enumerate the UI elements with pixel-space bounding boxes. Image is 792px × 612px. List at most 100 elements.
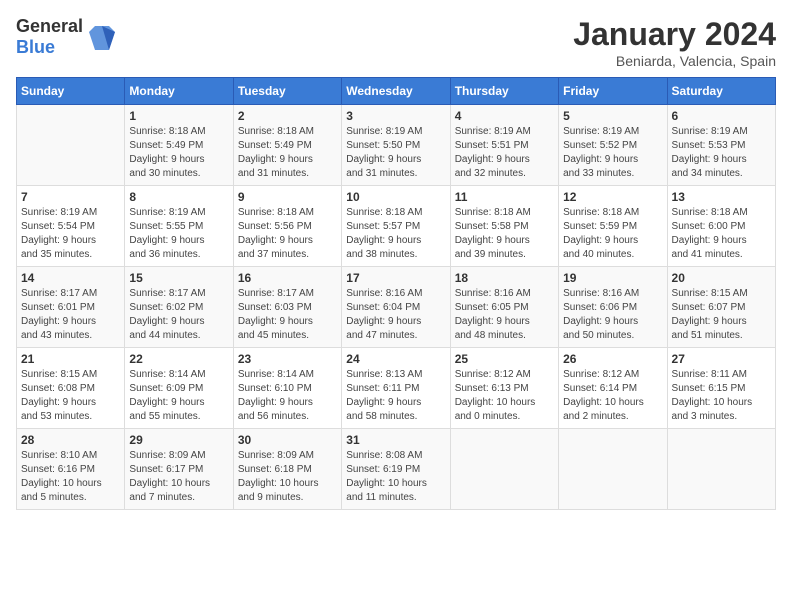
day-info: Sunrise: 8:17 AM Sunset: 6:03 PM Dayligh… [238,287,337,343]
calendar-cell: 29 Sunrise: 8:09 AM Sunset: 6:17 PM Dayli… [125,429,233,510]
day-number: 13 [672,190,771,204]
calendar-cell: 10 Sunrise: 8:18 AM Sunset: 5:57 PM Dayli… [342,186,450,267]
day-info: Sunrise: 8:12 AM Sunset: 6:13 PM Dayligh… [455,368,554,424]
calendar-cell: 23Sunrise: 8:14 AM Sunset: 6:10 PM Dayli… [233,348,341,429]
logo-icon [87,22,117,52]
day-info: Sunrise: 8:16 AM Sunset: 6:04 PM Dayligh… [346,287,445,343]
header-day-saturday: Saturday [667,78,775,105]
day-info: Sunrise: 8:18 AM Sunset: 5:58 PM Dayligh… [455,206,554,262]
calendar-cell: 9Sunrise: 8:18 AM Sunset: 5:56 PM Daylig… [233,186,341,267]
day-info: Sunrise: 8:09 AM Sunset: 6:17 PM Dayligh… [129,449,228,505]
day-number: 12 [563,190,662,204]
calendar-cell: 21 Sunrise: 8:15 AM Sunset: 6:08 PM Dayli… [17,348,125,429]
day-info: Sunrise: 8:11 AM Sunset: 6:15 PM Dayligh… [672,368,771,424]
day-number: 27 [672,352,771,366]
header-row: SundayMondayTuesdayWednesdayThursdayFrid… [17,78,776,105]
calendar-cell: 25Sunrise: 8:12 AM Sunset: 6:13 PM Dayli… [450,348,558,429]
day-info: Sunrise: 8:18 AM Sunset: 5:49 PM Dayligh… [238,125,337,181]
week-row-1: 7Sunrise: 8:19 AM Sunset: 5:54 PM Daylig… [17,186,776,267]
calendar-cell: 24 Sunrise: 8:13 AM Sunset: 6:11 PM Dayli… [342,348,450,429]
calendar-cell: 14 Sunrise: 8:17 AM Sunset: 6:01 PM Dayli… [17,267,125,348]
calendar-cell: 15Sunrise: 8:17 AM Sunset: 6:02 PM Dayli… [125,267,233,348]
calendar-cell: 16 Sunrise: 8:17 AM Sunset: 6:03 PM Dayli… [233,267,341,348]
calendar-cell [667,429,775,510]
week-row-3: 21 Sunrise: 8:15 AM Sunset: 6:08 PM Dayli… [17,348,776,429]
day-number: 17 [346,271,445,285]
day-number: 8 [129,190,228,204]
calendar-cell [559,429,667,510]
day-info: Sunrise: 8:13 AM Sunset: 6:11 PM Dayligh… [346,368,445,424]
day-info: Sunrise: 8:16 AM Sunset: 6:06 PM Dayligh… [563,287,662,343]
logo-general: General [16,16,83,36]
calendar-table: SundayMondayTuesdayWednesdayThursdayFrid… [16,77,776,510]
logo-text: General Blue [16,16,83,58]
calendar-cell: 22Sunrise: 8:14 AM Sunset: 6:09 PM Dayli… [125,348,233,429]
day-number: 11 [455,190,554,204]
calendar-cell: 1 Sunrise: 8:18 AM Sunset: 5:49 PM Daylig… [125,105,233,186]
logo: General Blue [16,16,117,58]
day-number: 7 [21,190,120,204]
header: General Blue January 2024 Beniarda, Vale… [16,16,776,69]
day-info: Sunrise: 8:18 AM Sunset: 6:00 PM Dayligh… [672,206,771,262]
header-day-monday: Monday [125,78,233,105]
day-number: 24 [346,352,445,366]
day-info: Sunrise: 8:18 AM Sunset: 5:57 PM Dayligh… [346,206,445,262]
day-number: 16 [238,271,337,285]
header-day-tuesday: Tuesday [233,78,341,105]
week-row-0: 1 Sunrise: 8:18 AM Sunset: 5:49 PM Daylig… [17,105,776,186]
day-number: 1 [129,109,228,123]
day-info: Sunrise: 8:18 AM Sunset: 5:59 PM Dayligh… [563,206,662,262]
header-day-wednesday: Wednesday [342,78,450,105]
day-info: Sunrise: 8:15 AM Sunset: 6:07 PM Dayligh… [672,287,771,343]
day-number: 22 [129,352,228,366]
day-info: Sunrise: 8:19 AM Sunset: 5:53 PM Dayligh… [672,125,771,181]
day-number: 3 [346,109,445,123]
day-number: 26 [563,352,662,366]
calendar-cell: 13 Sunrise: 8:18 AM Sunset: 6:00 PM Dayli… [667,186,775,267]
day-info: Sunrise: 8:19 AM Sunset: 5:50 PM Dayligh… [346,125,445,181]
calendar-cell: 6 Sunrise: 8:19 AM Sunset: 5:53 PM Daylig… [667,105,775,186]
day-number: 19 [563,271,662,285]
day-info: Sunrise: 8:17 AM Sunset: 6:02 PM Dayligh… [129,287,228,343]
calendar-cell: 12 Sunrise: 8:18 AM Sunset: 5:59 PM Dayli… [559,186,667,267]
logo-blue: Blue [16,37,55,57]
calendar-cell: 7Sunrise: 8:19 AM Sunset: 5:54 PM Daylig… [17,186,125,267]
day-number: 30 [238,433,337,447]
calendar-cell: 3 Sunrise: 8:19 AM Sunset: 5:50 PM Daylig… [342,105,450,186]
calendar-cell: 11 Sunrise: 8:18 AM Sunset: 5:58 PM Dayli… [450,186,558,267]
day-number: 6 [672,109,771,123]
calendar-cell: 4 Sunrise: 8:19 AM Sunset: 5:51 PM Daylig… [450,105,558,186]
day-info: Sunrise: 8:12 AM Sunset: 6:14 PM Dayligh… [563,368,662,424]
day-number: 23 [238,352,337,366]
calendar-cell: 2Sunrise: 8:18 AM Sunset: 5:49 PM Daylig… [233,105,341,186]
calendar-cell: 5 Sunrise: 8:19 AM Sunset: 5:52 PM Daylig… [559,105,667,186]
day-number: 20 [672,271,771,285]
week-row-2: 14 Sunrise: 8:17 AM Sunset: 6:01 PM Dayli… [17,267,776,348]
day-number: 14 [21,271,120,285]
day-number: 5 [563,109,662,123]
day-info: Sunrise: 8:15 AM Sunset: 6:08 PM Dayligh… [21,368,120,424]
header-day-friday: Friday [559,78,667,105]
day-info: Sunrise: 8:19 AM Sunset: 5:51 PM Dayligh… [455,125,554,181]
calendar-header: SundayMondayTuesdayWednesdayThursdayFrid… [17,78,776,105]
day-info: Sunrise: 8:18 AM Sunset: 5:56 PM Dayligh… [238,206,337,262]
day-number: 21 [21,352,120,366]
day-number: 29 [129,433,228,447]
week-row-4: 28Sunrise: 8:10 AM Sunset: 6:16 PM Dayli… [17,429,776,510]
day-number: 28 [21,433,120,447]
day-info: Sunrise: 8:19 AM Sunset: 5:52 PM Dayligh… [563,125,662,181]
day-number: 31 [346,433,445,447]
calendar-cell: 17 Sunrise: 8:16 AM Sunset: 6:04 PM Dayli… [342,267,450,348]
main-title: January 2024 [573,16,776,53]
day-number: 4 [455,109,554,123]
day-number: 18 [455,271,554,285]
calendar-cell: 28Sunrise: 8:10 AM Sunset: 6:16 PM Dayli… [17,429,125,510]
calendar-body: 1 Sunrise: 8:18 AM Sunset: 5:49 PM Daylig… [17,105,776,510]
day-number: 10 [346,190,445,204]
calendar-cell: 31Sunrise: 8:08 AM Sunset: 6:19 PM Dayli… [342,429,450,510]
calendar-cell [450,429,558,510]
calendar-cell: 26 Sunrise: 8:12 AM Sunset: 6:14 PM Dayli… [559,348,667,429]
day-info: Sunrise: 8:18 AM Sunset: 5:49 PM Dayligh… [129,125,228,181]
day-info: Sunrise: 8:17 AM Sunset: 6:01 PM Dayligh… [21,287,120,343]
day-info: Sunrise: 8:16 AM Sunset: 6:05 PM Dayligh… [455,287,554,343]
